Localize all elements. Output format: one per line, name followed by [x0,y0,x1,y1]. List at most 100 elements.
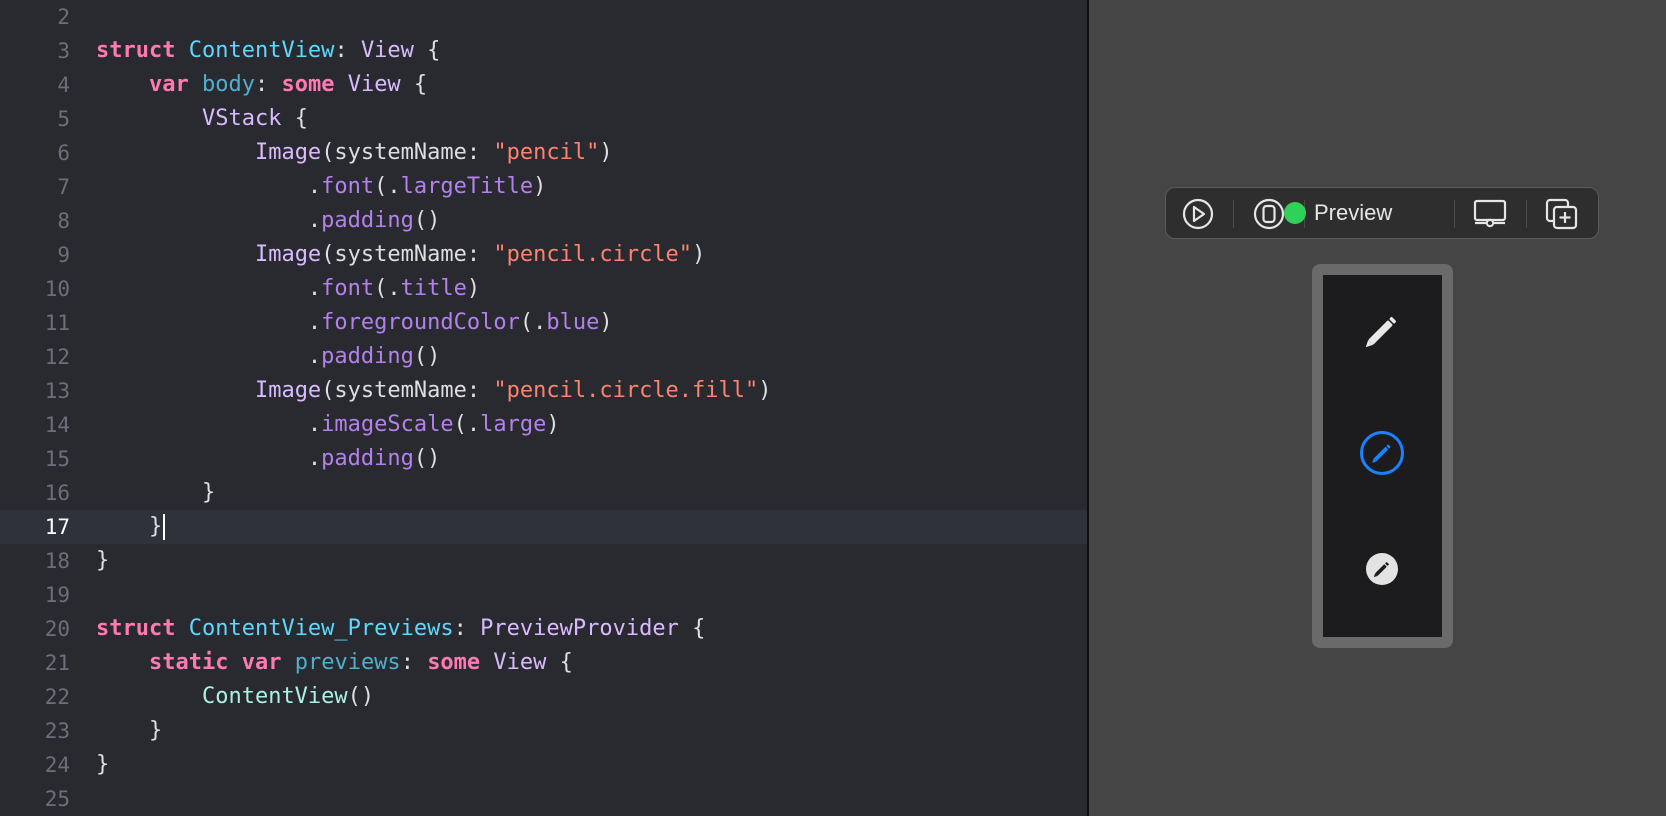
code-token: ) [692,242,706,267]
code-token: ) [466,276,481,301]
preview-label: Preview [1314,200,1393,225]
code-text: struct ContentView: View { [96,34,440,68]
code-text: .padding() [96,442,440,476]
duplicate-preview-icon[interactable] [1544,197,1580,231]
code-token: (systemName: [321,378,494,403]
code-token: Image [254,242,322,267]
line-number: 21 [44,651,70,675]
code-token: () [413,208,441,233]
code-token: . [96,446,322,471]
code-token: ContentView_Previews [175,616,454,641]
line-number: 11 [44,311,70,335]
line-number: 15 [44,447,70,471]
code-token: (. [374,174,401,199]
code-token: title [400,276,467,301]
line-number: 10 [44,277,70,301]
code-token: struct [96,616,176,641]
line-number: 18 [44,549,70,573]
device-selectable-icon[interactable] [1251,197,1287,231]
line-number: 24 [44,753,70,777]
code-editor[interactable]: 2 3 struct ContentView: View {4 var body: … [0,0,1087,816]
code-token: { [678,616,706,641]
line-number: 7 [57,175,70,199]
code-token: "pencil" [493,140,600,165]
code-token: } [96,752,110,777]
code-line[interactable]: 12 .padding() [0,340,1087,374]
code-token: var [241,650,282,675]
code-line[interactable]: 3 struct ContentView: View { [0,34,1087,68]
code-line[interactable]: 14 .imageScale(.large) [0,408,1087,442]
line-number: 23 [44,719,70,743]
code-token: Image [254,140,322,165]
code-token: . [96,412,322,437]
play-circle-icon[interactable] [1180,197,1216,231]
code-line[interactable]: 4 var body: some View { [0,68,1087,102]
code-line[interactable]: 18} [0,544,1087,578]
line-number: 22 [44,685,70,709]
code-token: . [96,208,322,233]
code-line[interactable]: 9 Image(systemName: "pencil.circle") [0,238,1087,272]
preview-mode-button[interactable]: Preview [1284,188,1393,238]
code-line[interactable]: 20 struct ContentView_Previews: PreviewPr… [0,612,1087,646]
code-token: : [334,38,361,63]
code-line[interactable]: 10 .font(.title) [0,272,1087,306]
code-line[interactable]: 23 } [0,714,1087,748]
code-line[interactable]: 8 .padding() [0,204,1087,238]
code-line[interactable]: 5 VStack { [0,102,1087,136]
code-line[interactable]: 16 } [0,476,1087,510]
code-line[interactable]: 22 ContentView() [0,680,1087,714]
code-token: ) [599,140,613,165]
toolbar-separator [1526,200,1527,228]
code-line[interactable]: 15 .padding() [0,442,1087,476]
text-cursor [163,514,166,540]
code-line[interactable]: 19 [0,578,1087,612]
code-token: { [281,106,308,131]
code-line[interactable]: 13 Image(systemName: "pencil.circle.fill… [0,374,1087,408]
code-token: ContentView [175,38,335,63]
code-line[interactable]: 24} [0,748,1087,782]
code-line[interactable]: 7 .font(.largeTitle) [0,170,1087,204]
code-line[interactable]: 21 static var previews: some View { [0,646,1087,680]
code-token: View [360,38,414,63]
pencil-icon [1365,317,1396,348]
code-text: ContentView() [96,680,374,714]
code-line[interactable]: 2 [0,0,1087,34]
code-token: VStack [201,106,282,131]
code-token: . [96,344,322,369]
code-text: Image(systemName: "pencil.circle.fill") [96,374,772,408]
code-token: "pencil.circle" [493,242,693,267]
code-token: } [96,514,163,539]
device-screen [1323,275,1442,637]
line-number: 12 [44,345,70,369]
code-token: (. [374,276,401,301]
code-text: struct ContentView_Previews: PreviewProv… [96,612,705,646]
line-number: 2 [57,5,70,29]
line-number: 25 [44,787,70,811]
code-text: } [96,714,162,748]
code-token: font [321,276,375,301]
code-line[interactable]: 11 .foregroundColor(.blue) [0,306,1087,340]
code-line[interactable]: 17 } [0,510,1087,544]
code-text: } [96,544,109,578]
code-text: .font(.title) [96,272,480,306]
code-line[interactable]: 25 [0,782,1087,816]
code-token: () [413,446,441,471]
code-text: } [96,510,166,544]
code-token: (. [519,310,547,335]
code-text: .imageScale(.large) [96,408,560,442]
code-token: () [347,684,375,709]
device-settings-icon[interactable] [1472,197,1508,231]
code-text: .padding() [96,340,440,374]
code-line[interactable]: 6 Image(systemName: "pencil") [0,136,1087,170]
code-token: : [453,616,481,641]
line-number: 17 [44,515,70,539]
pencil-circle-fill-icon [1366,553,1398,585]
preview-canvas: Preview [1089,0,1666,816]
